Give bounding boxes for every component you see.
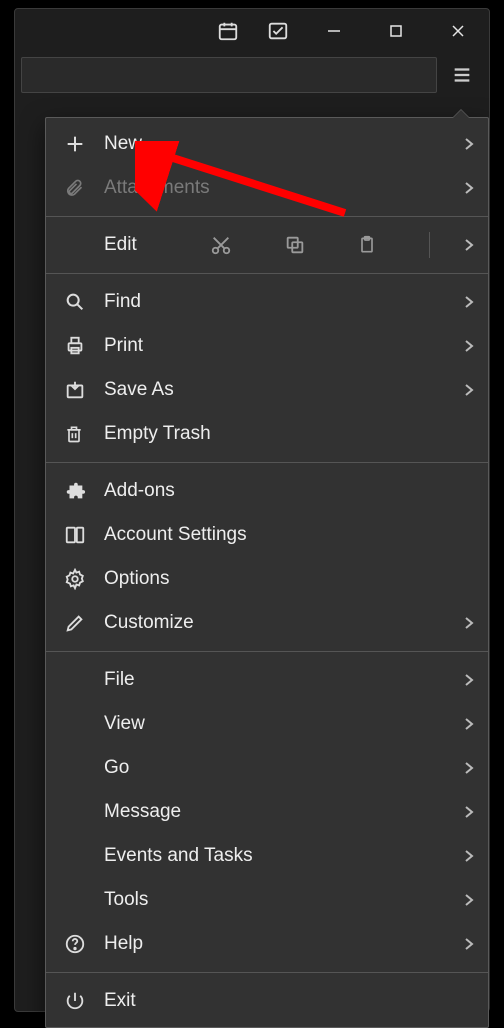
- menu-help[interactable]: Help: [46, 922, 488, 966]
- menu-customize-label: Customize: [104, 612, 456, 634]
- app-window: New Attachments Edit: [14, 8, 490, 1012]
- app-menu-button[interactable]: [445, 58, 479, 92]
- calendar-icon[interactable]: [205, 9, 251, 53]
- chevron-right-icon: [456, 717, 474, 731]
- plus-icon: [64, 133, 104, 155]
- menu-separator: [46, 273, 488, 274]
- chevron-right-icon: [456, 238, 474, 252]
- chevron-right-icon: [456, 849, 474, 863]
- menu-addons[interactable]: Add-ons: [46, 469, 488, 513]
- chevron-right-icon: [456, 673, 474, 687]
- menu-find[interactable]: Find: [46, 280, 488, 324]
- titlebar: [15, 9, 489, 53]
- menu-separator: [46, 972, 488, 973]
- menu-file-label: File: [104, 669, 456, 691]
- menu-view[interactable]: View: [46, 702, 488, 746]
- menu-separator: [46, 651, 488, 652]
- menu-separator: [46, 216, 488, 217]
- tasks-icon[interactable]: [255, 9, 301, 53]
- chevron-right-icon: [456, 937, 474, 951]
- account-icon: [64, 524, 104, 546]
- menu-empty-trash[interactable]: Empty Trash: [46, 412, 488, 456]
- menu-tools[interactable]: Tools: [46, 878, 488, 922]
- chevron-right-icon: [456, 295, 474, 309]
- chevron-right-icon: [456, 616, 474, 630]
- minimize-button[interactable]: [305, 9, 363, 53]
- maximize-button[interactable]: [367, 9, 425, 53]
- menu-save-as[interactable]: Save As: [46, 368, 488, 412]
- separator-line: [429, 232, 430, 258]
- search-icon: [64, 291, 104, 313]
- chevron-right-icon: [456, 893, 474, 907]
- menu-customize[interactable]: Customize: [46, 601, 488, 645]
- menu-exit-label: Exit: [104, 990, 474, 1012]
- print-icon: [64, 335, 104, 357]
- app-menu: New Attachments Edit: [45, 117, 489, 1028]
- menu-go-label: Go: [104, 757, 456, 779]
- chevron-right-icon: [456, 761, 474, 775]
- menu-message[interactable]: Message: [46, 790, 488, 834]
- menu-attachments-label: Attachments: [104, 177, 456, 199]
- menu-options[interactable]: Options: [46, 557, 488, 601]
- menu-exit[interactable]: Exit: [46, 979, 488, 1023]
- menu-message-label: Message: [104, 801, 456, 823]
- chevron-right-icon: [456, 805, 474, 819]
- power-icon: [64, 990, 104, 1012]
- puzzle-icon: [64, 480, 104, 502]
- menu-print-label: Print: [104, 335, 456, 357]
- menu-tools-label: Tools: [104, 889, 456, 911]
- paste-icon[interactable]: [357, 234, 377, 256]
- menu-find-label: Find: [104, 291, 456, 313]
- menu-account-settings[interactable]: Account Settings: [46, 513, 488, 557]
- close-button[interactable]: [429, 9, 487, 53]
- menu-print[interactable]: Print: [46, 324, 488, 368]
- menu-save-as-label: Save As: [104, 379, 456, 401]
- menu-separator: [46, 462, 488, 463]
- chevron-right-icon: [456, 181, 474, 195]
- save-icon: [64, 379, 104, 401]
- chevron-right-icon: [456, 137, 474, 151]
- menu-go[interactable]: Go: [46, 746, 488, 790]
- menu-file[interactable]: File: [46, 658, 488, 702]
- search-input[interactable]: [21, 57, 437, 93]
- menu-edit[interactable]: Edit: [46, 223, 488, 267]
- menu-attachments: Attachments: [46, 166, 488, 210]
- toolbar: [15, 53, 489, 97]
- chevron-right-icon: [456, 383, 474, 397]
- menu-new-label: New: [104, 133, 456, 155]
- cut-icon[interactable]: [210, 234, 232, 256]
- menu-account-settings-label: Account Settings: [104, 524, 474, 546]
- menu-options-label: Options: [104, 568, 474, 590]
- brush-icon: [64, 612, 104, 634]
- trash-icon: [64, 423, 104, 445]
- menu-view-label: View: [104, 713, 456, 735]
- menu-events-tasks-label: Events and Tasks: [104, 845, 456, 867]
- gear-icon: [64, 568, 104, 590]
- copy-icon[interactable]: [284, 234, 306, 256]
- menu-empty-trash-label: Empty Trash: [104, 423, 474, 445]
- help-icon: [64, 933, 104, 955]
- chevron-right-icon: [456, 339, 474, 353]
- menu-events-tasks[interactable]: Events and Tasks: [46, 834, 488, 878]
- menu-edit-label: Edit: [104, 234, 184, 256]
- menu-help-label: Help: [104, 933, 456, 955]
- menu-new[interactable]: New: [46, 122, 488, 166]
- paperclip-icon: [64, 177, 104, 199]
- menu-addons-label: Add-ons: [104, 480, 474, 502]
